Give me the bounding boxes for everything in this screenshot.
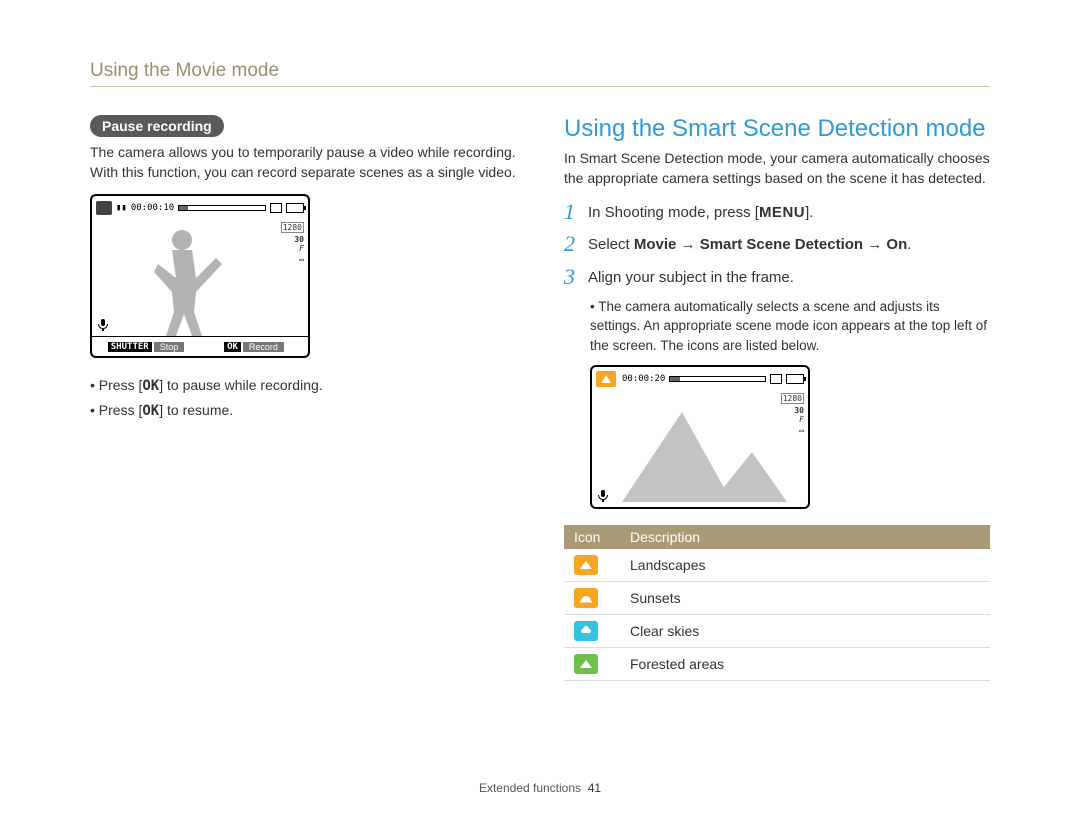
- step-num-3: 3: [564, 265, 588, 289]
- forest-icon: [574, 654, 598, 674]
- progress-bar-2: [669, 376, 766, 382]
- screen-right-indicators: 1280 30F ▭: [281, 222, 304, 266]
- page-footer: Extended functions 41: [0, 781, 1080, 795]
- timer-text-2: 00:00:20: [622, 374, 665, 384]
- boy-silhouette: [142, 226, 222, 336]
- screen-bottom-bar: SHUTTER Stop OK Record: [92, 336, 308, 356]
- scene-mode-icon: [596, 371, 616, 387]
- timer-text: 00:00:10: [131, 203, 174, 213]
- step-1: 1 In Shooting mode, press [MENU].: [564, 200, 990, 224]
- step-num-2: 2: [564, 232, 588, 256]
- step-num-1: 1: [564, 200, 588, 224]
- record-label: Record: [243, 342, 284, 352]
- step-3: 3 Align your subject in the frame.: [564, 265, 990, 289]
- sunset-icon: [574, 588, 598, 608]
- mic-icon-2: [596, 489, 610, 503]
- step-2: 2 Select Movie → Smart Scene Detection →…: [564, 232, 990, 256]
- bullet-resume: Press [OK] to resume.: [90, 399, 516, 424]
- smart-scene-intro: In Smart Scene Detection mode, your came…: [564, 149, 990, 188]
- battery-icon: [286, 203, 304, 213]
- smart-scene-title: Using the Smart Scene Detection mode: [564, 115, 990, 143]
- meter-icon: ▭: [281, 255, 304, 264]
- resolution-badge: 1280: [281, 222, 304, 233]
- bullet-pause: Press [OK] to pause while recording.: [90, 374, 516, 399]
- ok-key-label: OK: [224, 342, 241, 352]
- pause-recording-intro: The camera allows you to temporarily pau…: [90, 143, 516, 182]
- th-icon: Icon: [564, 525, 620, 549]
- footer-section: Extended functions: [479, 781, 581, 795]
- icon-description: Landscapes: [620, 549, 990, 582]
- table-row: Landscapes: [564, 549, 990, 582]
- right-column: Using the Smart Scene Detection mode In …: [564, 115, 990, 681]
- card-icon-2: [770, 374, 782, 384]
- icon-description-table: Icon Description LandscapesSunsetsClear …: [564, 525, 990, 681]
- movie-mode-icon: [96, 201, 112, 215]
- pause-bullets: Press [OK] to pause while recording. Pre…: [90, 374, 516, 424]
- mountain-silhouette: [602, 402, 802, 507]
- left-column: Pause recording The camera allows you to…: [90, 115, 516, 681]
- screen-top-bar: ▮▮ 00:00:10: [96, 200, 304, 216]
- camera-screen-pause: ▮▮ 00:00:10 1280 30F ▭: [90, 194, 310, 358]
- icon-description: Sunsets: [620, 582, 990, 615]
- progress-bar: [178, 205, 266, 211]
- fps-badge: 30F: [281, 235, 304, 253]
- table-row: Clear skies: [564, 615, 990, 648]
- step-3-sub-bullet: The camera automatically selects a scene…: [590, 297, 990, 356]
- table-row: Forested areas: [564, 648, 990, 681]
- landscape-icon: [574, 555, 598, 575]
- mic-icon: [96, 318, 110, 332]
- content-columns: Pause recording The camera allows you to…: [90, 115, 990, 681]
- page-title: Using the Movie mode: [90, 60, 990, 87]
- icon-description: Clear skies: [620, 615, 990, 648]
- pause-recording-pill: Pause recording: [90, 115, 224, 137]
- icon-description: Forested areas: [620, 648, 990, 681]
- table-row: Sunsets: [564, 582, 990, 615]
- card-icon: [270, 203, 282, 213]
- footer-page: 41: [588, 781, 601, 795]
- sky-icon: [574, 621, 598, 641]
- screen-top-bar-2: 00:00:20: [622, 371, 804, 387]
- stop-label: Stop: [154, 342, 185, 352]
- th-description: Description: [620, 525, 990, 549]
- camera-screen-scene: 00:00:20 1280 30F ▭: [590, 365, 810, 509]
- battery-icon-2: [786, 374, 804, 384]
- shutter-key-label: SHUTTER: [108, 342, 152, 352]
- steps-list: 1 In Shooting mode, press [MENU]. 2 Sele…: [564, 200, 990, 289]
